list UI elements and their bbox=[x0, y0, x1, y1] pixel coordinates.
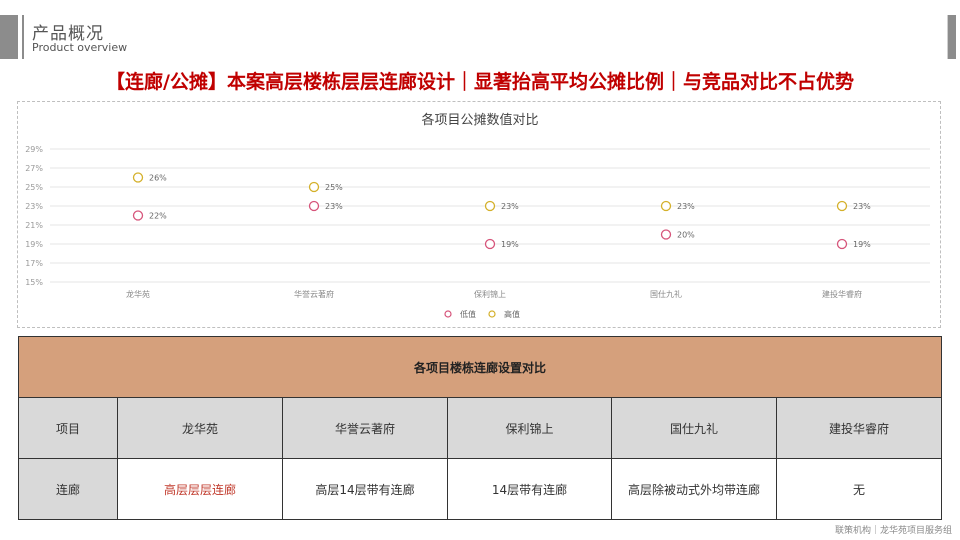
table-project-name: 龙华苑 bbox=[117, 397, 283, 459]
y-tick-label: 19% bbox=[25, 240, 43, 249]
x-tick-label: 保利锦上 bbox=[474, 289, 506, 299]
y-tick-label: 15% bbox=[25, 278, 43, 287]
table-project-name: 保利锦上 bbox=[447, 397, 612, 459]
data-label: 23% bbox=[325, 202, 343, 211]
data-label: 23% bbox=[677, 202, 695, 211]
x-tick-label: 华誉云著府 bbox=[294, 289, 334, 299]
data-point bbox=[308, 181, 320, 193]
data-label: 23% bbox=[501, 202, 519, 211]
table-cell: 无 bbox=[775, 458, 943, 520]
y-tick-label: 21% bbox=[25, 221, 43, 230]
x-tick-label: 建投华睿府 bbox=[822, 289, 862, 299]
legend-label: 低值 bbox=[460, 309, 476, 319]
table-project-name: 建投华睿府 bbox=[775, 397, 943, 459]
y-tick-label: 25% bbox=[25, 183, 43, 192]
data-point bbox=[484, 200, 496, 212]
legend-label: 高值 bbox=[504, 309, 520, 319]
header-accent-bar-right bbox=[948, 15, 956, 59]
table-cell: 高层14层带有连廊 bbox=[282, 458, 448, 520]
table-row: 项目 龙华苑 华誉云著府 保利锦上 国仕九礼 建投华睿府 bbox=[18, 397, 943, 459]
data-label: 22% bbox=[149, 212, 167, 221]
table-project-name: 国仕九礼 bbox=[611, 397, 777, 459]
y-tick-label: 23% bbox=[25, 202, 43, 211]
y-tick-label: 17% bbox=[25, 259, 43, 268]
scatter-chart: 各项目公摊数值对比 15% 17% 19% 21% 23% 25% 27% 29% 龙华苑 华誉云著… bbox=[25, 112, 930, 319]
table-project-name: 华誉云著府 bbox=[282, 397, 448, 459]
table-row: 连廊 高层层层连廊 高层14层带有连廊 14层带有连廊 高层除被动式外均带连廊 … bbox=[18, 458, 943, 520]
data-label: 19% bbox=[501, 240, 519, 249]
data-point bbox=[836, 200, 848, 212]
chart-panel: 各项目公摊数值对比 15% 17% 19% 21% 23% 25% 27% 29% 龙华苑 华誉云著… bbox=[17, 101, 941, 328]
table-cell: 高层层层连廊 bbox=[117, 458, 283, 520]
x-tick-label: 龙华苑 bbox=[126, 289, 150, 299]
page-subtitle: Product overview bbox=[32, 41, 128, 54]
header-accent-gap bbox=[18, 15, 22, 59]
data-point bbox=[484, 238, 496, 250]
footer-text: 联策机构｜龙华苑项目服务组 bbox=[834, 526, 952, 536]
data-point bbox=[132, 210, 144, 221]
table-title: 各项目楼栋连廊设置对比 bbox=[17, 336, 943, 398]
y-tick-label: 29% bbox=[25, 145, 43, 154]
data-label: 20% bbox=[677, 231, 695, 240]
table-header-label: 项目 bbox=[18, 397, 118, 459]
corridor-comparison-table: 各项目楼栋连廊设置对比 项目 龙华苑 华誉云著府 保利锦上 国仕九礼 建投华睿府… bbox=[17, 336, 943, 520]
data-label: 26% bbox=[149, 174, 167, 183]
data-point bbox=[132, 172, 144, 183]
data-point bbox=[308, 200, 320, 212]
table-cell: 高层除被动式外均带连廊 bbox=[611, 458, 777, 520]
legend-marker bbox=[488, 310, 496, 318]
x-tick-label: 国仕九礼 bbox=[650, 289, 682, 299]
data-label: 25% bbox=[325, 183, 343, 192]
data-point bbox=[660, 200, 672, 212]
y-tick-label: 27% bbox=[25, 164, 43, 173]
headline: 【连廊/公摊】本案高层楼栋层层连廊设计｜显著抬高平均公摊比例｜与竞品对比不占优势 bbox=[106, 71, 854, 93]
data-point bbox=[836, 238, 848, 250]
legend-marker bbox=[444, 310, 452, 318]
data-label: 19% bbox=[853, 240, 871, 249]
chart-title: 各项目公摊数值对比 bbox=[421, 112, 538, 128]
table-row-label: 连廊 bbox=[18, 458, 118, 520]
data-point bbox=[660, 229, 672, 240]
table-cell: 14层带有连廊 bbox=[447, 458, 612, 520]
data-label: 23% bbox=[853, 202, 871, 211]
